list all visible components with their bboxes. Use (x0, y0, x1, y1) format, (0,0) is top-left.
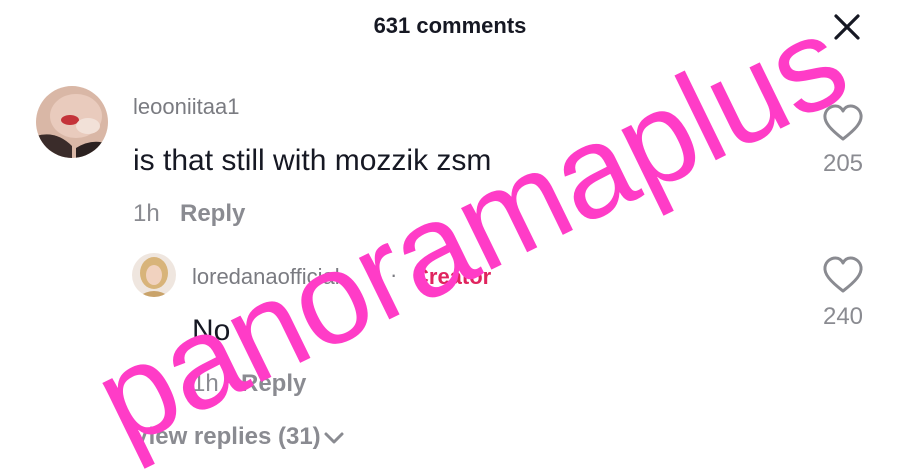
reply-button[interactable]: Reply (180, 200, 245, 228)
like-button[interactable] (822, 256, 864, 294)
avatar[interactable] (132, 253, 176, 297)
comment-time: 1h (133, 200, 160, 227)
reply-time: 1h (192, 370, 219, 397)
creator-badge: Creator (413, 264, 492, 289)
reply-text: No (192, 314, 231, 347)
view-replies-label: View replies (31) (133, 423, 321, 450)
close-button[interactable] (830, 10, 864, 44)
comment-text: is that still with mozzik zsm (133, 144, 492, 177)
avatar-image (132, 253, 176, 297)
like-count: 205 (822, 150, 864, 177)
comment-username[interactable]: leooniitaa1 (133, 94, 239, 120)
heart-outline-icon (823, 256, 863, 293)
comments-count-title: 631 comments (373, 13, 527, 38)
heart-outline-icon (823, 104, 863, 141)
like-count: 240 (822, 303, 864, 330)
separator-dot: · (390, 262, 398, 287)
like-button[interactable] (822, 104, 864, 142)
reply-button[interactable]: Reply (241, 370, 306, 398)
avatar[interactable] (36, 86, 108, 158)
view-replies-button[interactable]: View replies (31) (133, 423, 345, 451)
close-icon (834, 14, 860, 40)
chevron-down-icon (324, 432, 344, 444)
avatar-image (36, 86, 108, 158)
reply-username[interactable]: loredanaofficial (192, 264, 340, 290)
